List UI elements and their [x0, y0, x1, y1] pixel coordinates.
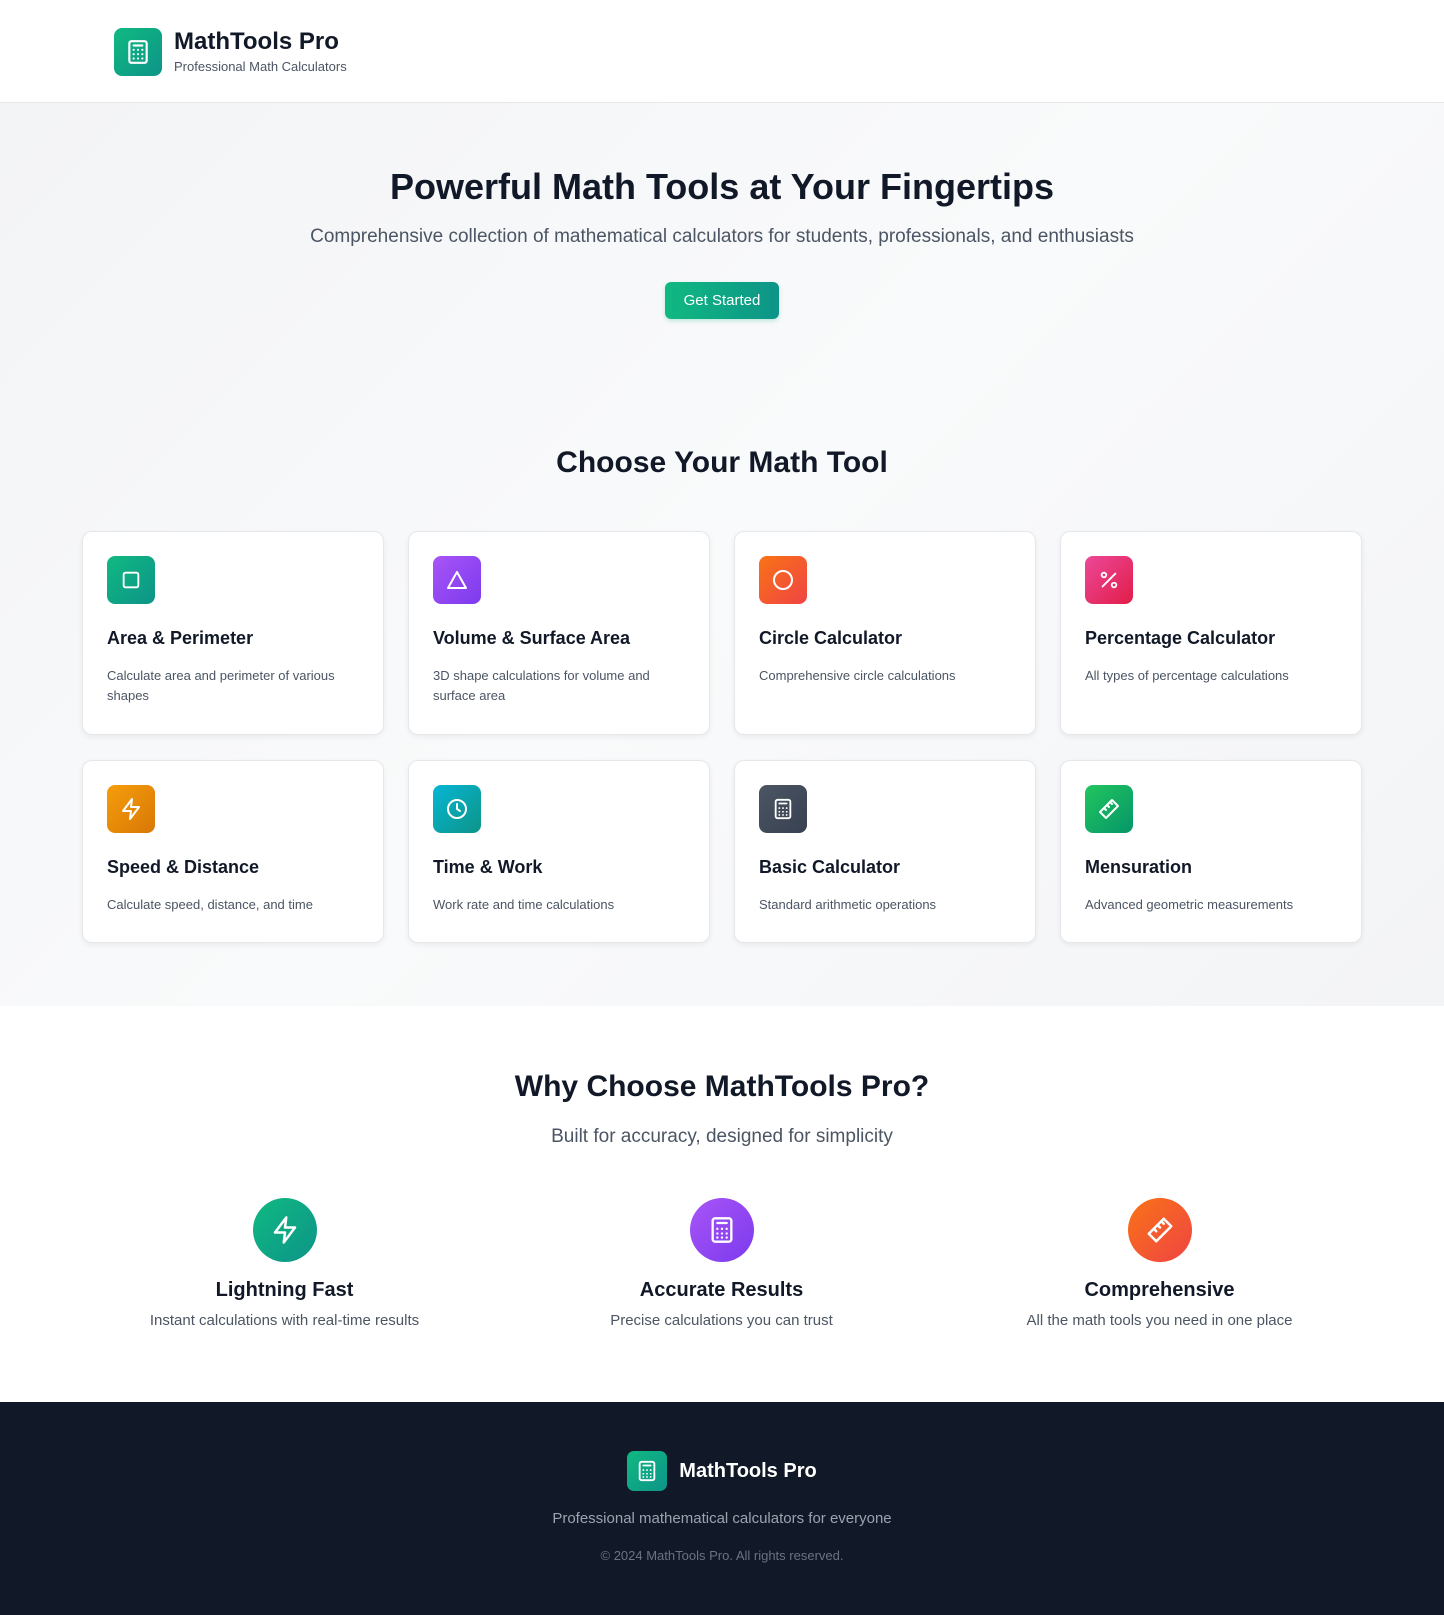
tool-description: Calculate speed, distance, and time — [107, 897, 313, 912]
ruler-icon — [1127, 1198, 1192, 1262]
feature-title: Accurate Results — [639, 1279, 804, 1301]
tool-card-circle[interactable]: Circle Calculator Comprehensive circle c… — [734, 531, 1036, 735]
tool-description: 3D shape calculations for volume and sur… — [433, 668, 650, 703]
calculator-icon — [627, 1451, 668, 1491]
tool-title: Percentage Calculator — [1085, 628, 1276, 648]
tool-card-speed-distance[interactable]: Speed & Distance Calculate speed, distan… — [82, 760, 384, 943]
feature-comprehensive: Comprehensive All the math tools you nee… — [941, 1198, 1378, 1332]
tool-description: Advanced geometric measurements — [1085, 897, 1294, 912]
footer-tagline: Professional mathematical calculators fo… — [552, 1510, 892, 1527]
why-title: Why Choose MathTools Pro? — [514, 1070, 930, 1103]
tool-description: All types of percentage calculations — [1085, 668, 1289, 683]
feature-title: Comprehensive — [1084, 1279, 1235, 1301]
calculator-icon — [759, 785, 807, 833]
tools-grid: Area & Perimeter Calculate area and peri… — [82, 531, 1362, 943]
brand-title: MathTools Pro — [174, 28, 339, 55]
calculator-icon — [689, 1198, 754, 1262]
triangle-icon — [433, 556, 481, 604]
lightning-icon — [252, 1198, 317, 1262]
why-subtitle: Built for accuracy, designed for simplic… — [551, 1126, 893, 1147]
get-started-button[interactable]: Get Started — [665, 282, 779, 319]
calculator-icon — [114, 27, 162, 76]
brand-subtitle: Professional Math Calculators — [174, 59, 347, 74]
tool-title: Time & Work — [433, 857, 543, 877]
tool-description: Calculate area and perimeter of various … — [107, 668, 335, 703]
feature-description: Instant calculations with real-time resu… — [149, 1312, 420, 1329]
tool-card-basic-calculator[interactable]: Basic Calculator Standard arithmetic ope… — [734, 760, 1036, 943]
tool-title: Circle Calculator — [759, 628, 903, 648]
tool-title: Basic Calculator — [759, 857, 901, 877]
footer-copyright: © 2024 MathTools Pro. All rights reserve… — [600, 1548, 844, 1563]
tool-card-volume-surface[interactable]: Volume & Surface Area 3D shape calculati… — [408, 531, 710, 735]
tool-description: Standard arithmetic operations — [759, 897, 937, 912]
percent-icon — [1085, 556, 1133, 604]
feature-description: All the math tools you need in one place — [1026, 1312, 1293, 1329]
tool-title: Speed & Distance — [107, 857, 260, 877]
brand[interactable]: MathTools Pro Professional Math Calculat… — [114, 27, 347, 76]
feature-description: Precise calculations you can trust — [610, 1312, 833, 1329]
square-icon — [107, 556, 155, 604]
feature-lightning-fast: Lightning Fast Instant calculations with… — [66, 1198, 503, 1332]
ruler-icon — [1085, 785, 1133, 833]
tool-card-percentage[interactable]: Percentage Calculator All types of perce… — [1060, 531, 1362, 735]
tools-title: Choose Your Math Tool — [556, 446, 888, 479]
hero-title: Powerful Math Tools at Your Fingertips — [389, 166, 1055, 207]
tool-description: Work rate and time calculations — [433, 897, 615, 912]
footer-name: MathTools Pro — [679, 1459, 817, 1482]
tool-description: Comprehensive circle calculations — [759, 668, 956, 683]
feature-accurate-results: Accurate Results Precise calculations yo… — [503, 1198, 940, 1332]
tool-card-mensuration[interactable]: Mensuration Advanced geometric measureme… — [1060, 760, 1362, 943]
site-header: MathTools Pro Professional Math Calculat… — [0, 0, 1444, 103]
clock-icon — [433, 785, 481, 833]
hero-subtitle: Comprehensive collection of mathematical… — [310, 226, 1134, 247]
feature-title: Lightning Fast — [215, 1279, 354, 1301]
lightning-icon — [107, 785, 155, 833]
tool-card-time-work[interactable]: Time & Work Work rate and time calculati… — [408, 760, 710, 943]
tool-title: Mensuration — [1085, 857, 1193, 877]
footer-brand: MathTools Pro — [0, 1451, 1444, 1491]
tool-title: Volume & Surface Area — [433, 628, 631, 648]
tool-title: Area & Perimeter — [107, 628, 254, 648]
circle-icon — [759, 556, 807, 604]
tool-card-area-perimeter[interactable]: Area & Perimeter Calculate area and peri… — [82, 531, 384, 735]
